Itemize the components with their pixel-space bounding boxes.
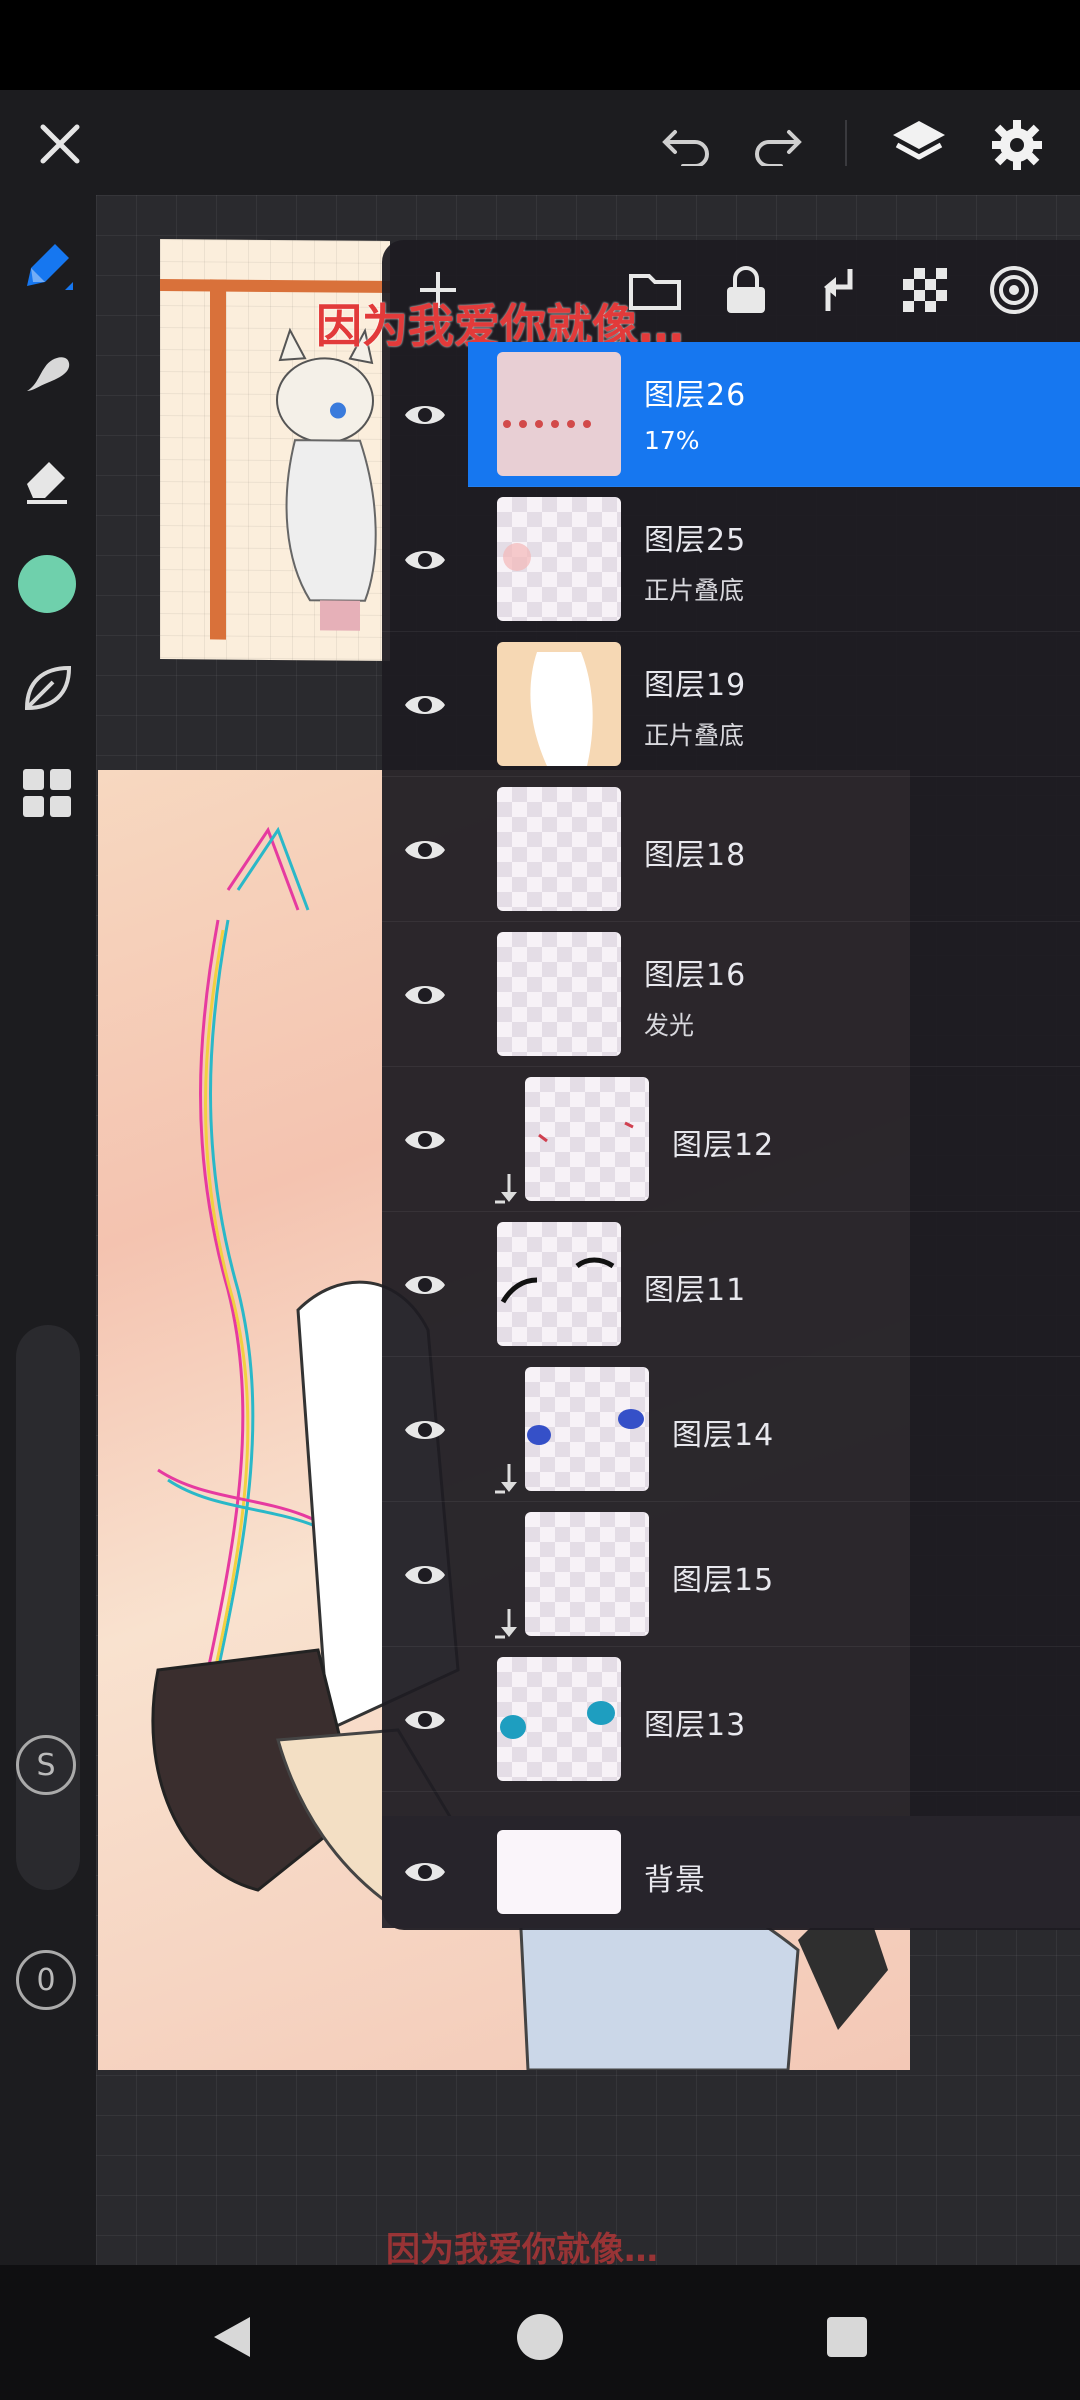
layer-name: 图层15 [672,1563,775,1598]
layers-icon[interactable] [884,110,954,180]
navigation-bar [0,2265,1080,2400]
size-slider[interactable] [16,1325,80,1890]
top-toolbar [0,90,1080,195]
eye-icon[interactable] [402,1552,448,1598]
layer-thumb-26 [497,352,621,476]
layer-thumb-14 [525,1367,649,1491]
layer-row-16[interactable] [382,922,1080,1067]
layer-mode: 正片叠底 [644,721,745,750]
apps-icon[interactable] [14,760,80,826]
color-swatch[interactable] [18,555,76,613]
target-icon[interactable] [986,262,1042,318]
layer-thumb-12 [525,1077,649,1201]
eye-icon[interactable] [402,1697,448,1743]
eraser-icon[interactable] [14,445,80,511]
brush-icon[interactable] [14,235,80,301]
layer-thumb-11 [497,1222,621,1346]
layer-thumb-background [497,1830,621,1914]
merge-down-icon[interactable] [808,262,864,318]
layer-mode: 正片叠底 [644,576,745,605]
layer-mode: 发光 [644,1011,695,1040]
clipping-arrow-icon [493,1607,521,1643]
layer-thumb-19 [497,642,621,766]
divider [845,120,847,166]
layer-name: 图层26 [644,378,747,413]
eye-icon[interactable] [402,1407,448,1453]
eye-icon[interactable] [402,1262,448,1308]
eye-icon[interactable] [402,972,448,1018]
layer-name: 图层16 [644,958,747,993]
clipping-arrow-icon [493,1172,521,1208]
layer-name: 图层11 [644,1273,747,1308]
undo-icon[interactable] [655,114,719,178]
eye-icon[interactable] [402,1849,448,1895]
layer-thumb-18 [497,787,621,911]
opacity-label: 0 [16,1950,76,2010]
eye-icon[interactable] [402,537,448,583]
layer-name: 背景 [644,1863,706,1898]
layer-name: 图层14 [672,1418,775,1453]
layer-thumb-15 [525,1512,649,1636]
lock-icon[interactable] [718,262,774,318]
eye-icon[interactable] [402,392,448,438]
settings-icon[interactable] [982,110,1052,180]
layer-row-background[interactable] [382,1816,1080,1928]
layer-name: 图层25 [644,523,747,558]
layer-thumb-25 [497,497,621,621]
layer-row-25[interactable] [382,487,1080,632]
layer-opacity: 17% [644,426,700,455]
eye-icon[interactable] [402,682,448,728]
left-toolbar: S 0 [0,195,96,2265]
layer-row-19[interactable] [382,632,1080,777]
layer-name: 图层13 [644,1708,747,1743]
redo-icon[interactable] [745,114,809,178]
layer-thumb-13 [497,1657,621,1781]
eye-icon[interactable] [402,1117,448,1163]
smudge-icon[interactable] [14,340,80,406]
back-icon[interactable] [200,2305,264,2369]
clipping-arrow-icon [493,1462,521,1498]
layer-name: 图层18 [644,838,747,873]
leaf-icon[interactable] [14,655,80,721]
status-bar [0,0,1080,90]
layer-name: 图层12 [672,1128,775,1163]
layer-thumb-16 [497,932,621,1056]
eye-icon[interactable] [402,827,448,873]
home-icon[interactable] [508,2305,572,2369]
size-label: S [16,1735,76,1795]
watermark-bottom: 因为我爱你就像… [386,2230,658,2270]
checker-icon[interactable] [897,262,953,318]
layer-name: 图层19 [644,668,747,703]
recents-icon[interactable] [815,2305,879,2369]
close-icon[interactable] [28,112,92,176]
